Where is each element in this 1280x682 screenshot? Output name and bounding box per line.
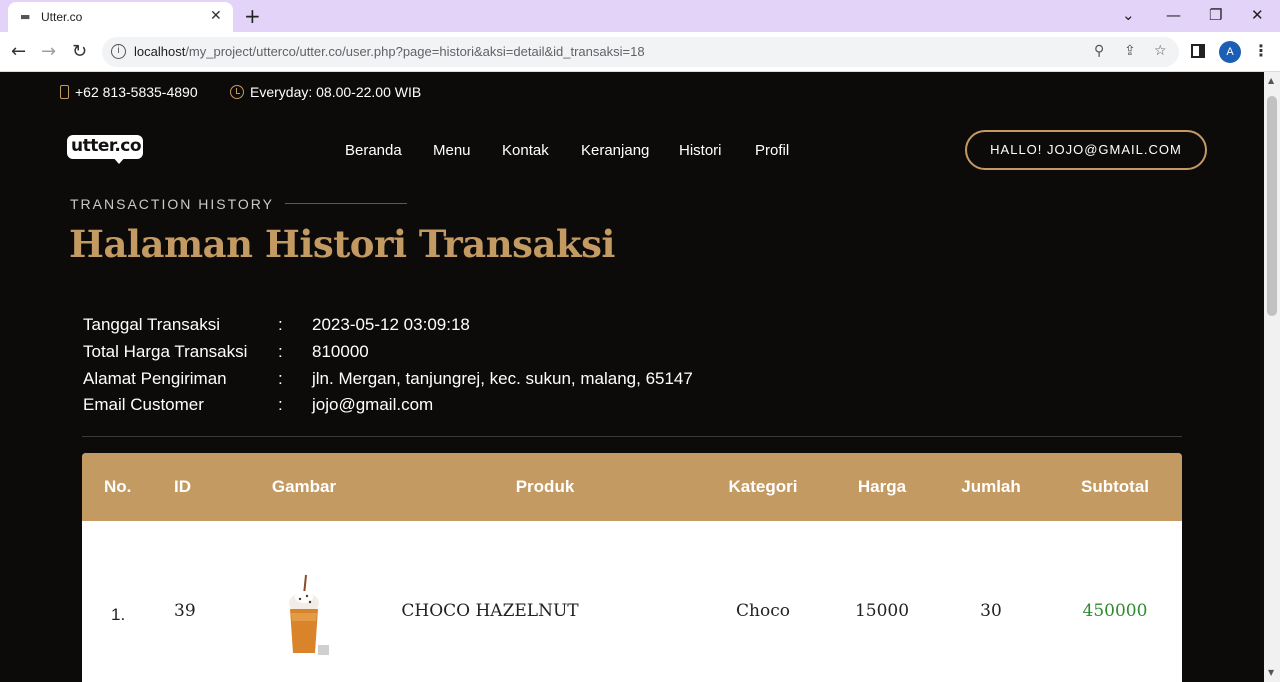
- scrollbar-thumb[interactable]: [1267, 96, 1277, 316]
- table-row: 1. 39 CHOCO HAZELNUT Choco 15000 30 4500…: [82, 521, 1182, 682]
- close-tab-icon[interactable]: ✕: [210, 8, 222, 24]
- omnibox[interactable]: i localhost/my_project/utterco/utter.co/…: [102, 37, 1179, 67]
- site-logo[interactable]: utter.co: [67, 135, 143, 165]
- nav-keranjang[interactable]: Keranjang: [581, 142, 649, 159]
- cell-harga: 15000: [854, 601, 910, 621]
- hours-text: Everyday: 08.00-22.00 WIB: [250, 84, 422, 100]
- col-header-gambar: Gambar: [271, 477, 337, 496]
- address-bar-row: ← → ↻ i localhost/my_project/utterco/utt…: [0, 32, 1280, 72]
- forward-button[interactable]: →: [41, 41, 56, 62]
- cell-produk: CHOCO HAZELNUT: [401, 601, 579, 621]
- user-greeting-button[interactable]: HALLO! JOJO@GMAIL.COM: [965, 130, 1207, 170]
- detail-label-address: Alamat Pengiriman: [83, 369, 227, 388]
- detail-value-address: jln. Mergan, tanjungrej, kec. sukun, mal…: [312, 369, 693, 388]
- detail-label-date: Tanggal Transaksi: [83, 315, 221, 334]
- logo-text: utter.co: [71, 136, 142, 156]
- cell-subtotal: 450000: [1082, 601, 1148, 621]
- side-panel-icon[interactable]: [1191, 44, 1205, 58]
- browser-tab-bar: ▬ Utter.co ✕ + ⌄ — ❐ ✕: [0, 0, 1280, 32]
- col-header-harga: Harga: [857, 477, 907, 496]
- nav-profil[interactable]: Profil: [755, 142, 789, 159]
- favicon-icon: ▬: [20, 10, 31, 23]
- phone-text: +62 813-5835-4890: [75, 84, 198, 100]
- col-header-no: No.: [104, 477, 132, 496]
- restore-button[interactable]: ❐: [1209, 6, 1222, 24]
- scroll-down-arrow-icon[interactable]: ▼: [1268, 668, 1274, 677]
- detail-label-email: Email Customer: [83, 395, 204, 414]
- close-window-button[interactable]: ✕: [1251, 6, 1264, 24]
- page-content: +62 813-5835-4890 Everyday: 08.00-22.00 …: [0, 72, 1264, 682]
- scroll-up-arrow-icon[interactable]: ▲: [1268, 76, 1274, 85]
- share-icon[interactable]: ⇪: [1124, 43, 1136, 59]
- col-header-jumlah: Jumlah: [961, 477, 1021, 496]
- zoom-icon[interactable]: ⚲: [1094, 43, 1104, 59]
- cell-id: 39: [174, 601, 196, 621]
- browser-tab[interactable]: ▬ Utter.co ✕: [8, 2, 233, 32]
- detail-colon: :: [278, 395, 283, 414]
- reload-button[interactable]: ↻: [72, 41, 87, 62]
- col-header-produk: Produk: [515, 477, 575, 496]
- detail-value-date: 2023-05-12 03:09:18: [312, 315, 470, 334]
- nav-beranda[interactable]: Beranda: [345, 142, 402, 159]
- section-subtitle: TRANSACTION HISTORY: [70, 196, 274, 212]
- col-header-kategori: Kategori: [728, 477, 798, 496]
- table-header: No. ID Gambar Produk Kategori Harga Juml…: [82, 453, 1182, 521]
- nav-histori[interactable]: Histori: [679, 142, 722, 159]
- page-title: Halaman Histori Transaksi: [69, 222, 615, 266]
- opening-hours: Everyday: 08.00-22.00 WIB: [230, 84, 421, 100]
- cell-jumlah: 30: [980, 601, 1002, 621]
- transaction-items-table: No. ID Gambar Produk Kategori Harga Juml…: [82, 453, 1182, 682]
- browser-menu-icon[interactable]: ⋮: [1253, 41, 1269, 60]
- clock-icon: [230, 85, 244, 99]
- detail-value-total: 810000: [312, 342, 369, 361]
- product-image: [289, 574, 329, 655]
- site-info-icon[interactable]: i: [111, 44, 126, 59]
- new-tab-button[interactable]: +: [244, 4, 261, 28]
- cell-kategori: Choco: [736, 601, 790, 621]
- tab-search-chevron-icon[interactable]: ⌄: [1122, 6, 1135, 24]
- col-header-subtotal: Subtotal: [1081, 477, 1149, 496]
- minimize-button[interactable]: —: [1166, 6, 1181, 24]
- phone-icon: [60, 85, 69, 99]
- page-scrollbar[interactable]: ▲ ▼: [1264, 72, 1280, 682]
- tab-title: Utter.co: [41, 10, 83, 24]
- url-text[interactable]: localhost/my_project/utterco/utter.co/us…: [134, 44, 645, 59]
- profile-avatar[interactable]: A: [1219, 41, 1241, 63]
- nav-kontak[interactable]: Kontak: [502, 142, 549, 159]
- detail-colon: :: [278, 369, 283, 388]
- cell-no: 1.: [111, 605, 126, 624]
- col-header-id: ID: [174, 477, 191, 496]
- contact-phone: +62 813-5835-4890: [60, 84, 198, 100]
- detail-colon: :: [278, 315, 283, 334]
- bookmark-star-icon[interactable]: ☆: [1154, 43, 1167, 59]
- detail-label-total: Total Harga Transaksi: [83, 342, 248, 361]
- nav-menu[interactable]: Menu: [433, 142, 471, 159]
- subtitle-divider: [285, 203, 407, 204]
- back-button[interactable]: ←: [11, 41, 26, 62]
- detail-value-email: jojo@gmail.com: [312, 395, 434, 414]
- detail-colon: :: [278, 342, 283, 361]
- section-divider: [82, 436, 1182, 437]
